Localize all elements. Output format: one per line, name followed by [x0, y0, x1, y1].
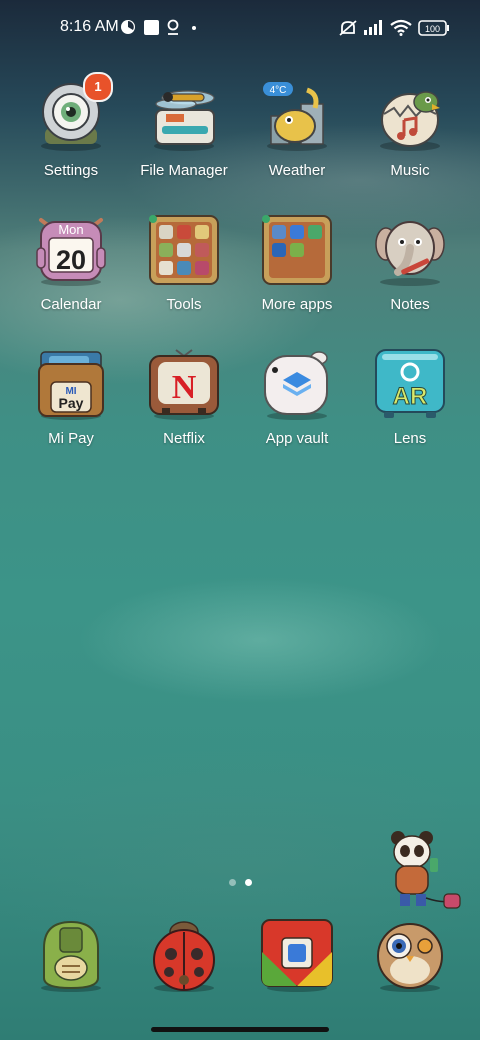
app-label-more-apps: More apps	[261, 296, 333, 313]
wifi-icon	[390, 19, 412, 36]
notification-badge: 1	[83, 72, 113, 102]
app-music[interactable]: Music	[353, 80, 467, 179]
app-notes[interactable]: Notes	[353, 214, 467, 313]
settings-eyeball-icon: 1	[35, 72, 113, 152]
dot-icon	[192, 26, 196, 30]
bird-city-icon: 4°C	[261, 80, 333, 152]
page-dot-2-active[interactable]	[245, 879, 252, 886]
app-weather[interactable]: 4°C Weather	[240, 80, 354, 179]
dragonfly-drawer-icon	[148, 80, 220, 152]
home-indicator-bar[interactable]	[151, 1027, 329, 1032]
app-netflix[interactable]: N Netflix	[127, 348, 241, 447]
bird-egg-icon	[374, 80, 446, 152]
folder-more-apps[interactable]: More apps	[240, 214, 354, 313]
bunny-vault-icon	[261, 348, 333, 420]
folder-tools[interactable]: Tools	[127, 214, 241, 313]
elephant-icon	[374, 214, 446, 286]
ar-lens-icon: AR	[374, 348, 446, 420]
weather-temp: 4°C	[270, 85, 287, 96]
monster-calendar-icon: Mon 20	[35, 214, 107, 286]
location-pin-icon	[166, 19, 180, 35]
netflix-letter: N	[172, 369, 197, 406]
ar-text: AR	[393, 383, 428, 410]
retro-tv-icon: N	[148, 348, 220, 420]
tools-folder-icon	[148, 214, 220, 286]
dock-app-messages[interactable]	[127, 918, 241, 992]
app-file-manager[interactable]: File Manager	[127, 80, 241, 179]
turtle-phone-icon	[34, 918, 108, 992]
calendar-date: 20	[56, 245, 86, 275]
app-settings[interactable]: 1 Settings	[14, 72, 128, 179]
dock-app-phone[interactable]	[14, 918, 128, 992]
app-label-file-manager: File Manager	[140, 162, 228, 179]
pie-icon	[120, 19, 136, 35]
square-icon	[144, 19, 159, 35]
app-label-settings: Settings	[43, 162, 99, 179]
app-label-calendar: Calendar	[40, 296, 102, 313]
owl-camera-icon	[373, 918, 447, 992]
app-label-mi-pay: Mi Pay	[48, 430, 94, 447]
chrome-box-icon	[260, 918, 334, 992]
dock-app-chrome[interactable]	[240, 918, 354, 992]
app-label-weather: Weather	[268, 162, 326, 179]
panda-decoration	[386, 828, 470, 914]
page-dot-1[interactable]	[229, 879, 236, 886]
app-label-app-vault: App vault	[265, 430, 329, 447]
battery-level: 100	[425, 24, 440, 34]
calendar-day: Mon	[58, 222, 83, 237]
battery-icon: 100	[418, 20, 450, 36]
status-bar: 8:16 AM 100	[0, 0, 480, 56]
app-label-lens: Lens	[393, 430, 427, 447]
app-calendar[interactable]: Mon 20 Calendar	[14, 214, 128, 313]
status-time: 8:16 AM	[60, 18, 119, 35]
ladybug-icon	[147, 918, 221, 992]
pay-text: Pay	[59, 395, 84, 411]
app-mi-pay[interactable]: MI Pay Mi Pay	[14, 348, 128, 447]
mute-icon	[338, 19, 358, 37]
app-lens[interactable]: AR Lens	[353, 348, 467, 447]
dock-app-camera[interactable]	[353, 918, 467, 992]
app-label-tools: Tools	[166, 296, 202, 313]
signal-icon	[364, 19, 386, 35]
more-apps-folder-icon	[261, 214, 333, 286]
wallet-icon: MI Pay	[35, 348, 107, 420]
app-label-netflix: Netflix	[163, 430, 205, 447]
app-label-notes: Notes	[390, 296, 430, 313]
app-label-music: Music	[390, 162, 430, 179]
app-app-vault[interactable]: App vault	[240, 348, 354, 447]
